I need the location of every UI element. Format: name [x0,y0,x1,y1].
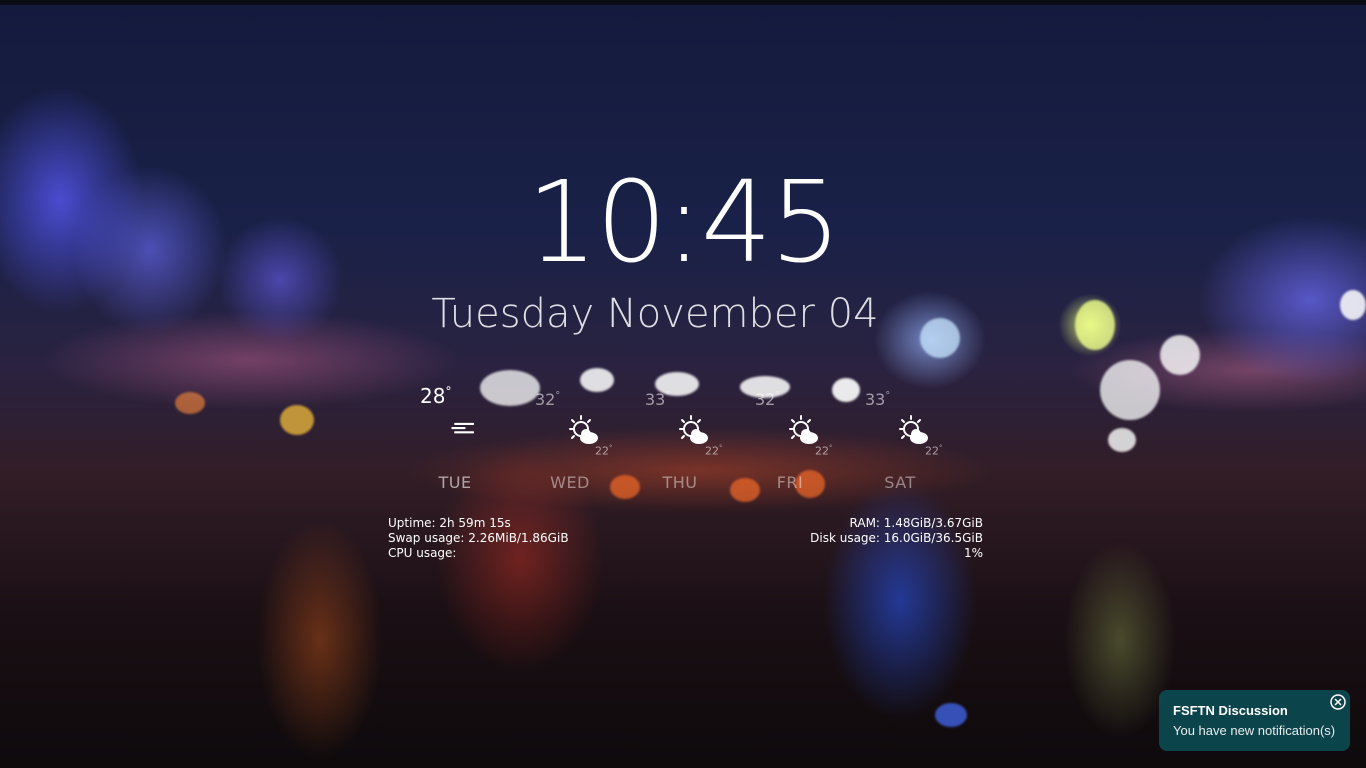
notification-body: You have new notification(s) [1173,723,1336,738]
forecast-high: 28° [420,384,452,408]
forecast-low: 22° [595,444,613,458]
forecast-high: 33° [865,390,891,409]
ram-usage-text: RAM: 1.48GiB/3.67GiB [849,516,983,530]
close-icon[interactable] [1330,694,1346,710]
swap-usage-text: Swap usage: 2.26MiB/1.86GiB [388,531,569,545]
clock-date: Tuesday November 04 [431,291,879,337]
bokeh-light [935,703,967,727]
disk-usage-text: Disk usage: 16.0GiB/36.5GiB [810,531,983,545]
cpu-usage-value: 1% [963,546,983,560]
clock-time: 10:45 [526,158,842,288]
forecast-high: 32° [755,390,781,409]
bokeh-light [1108,428,1136,452]
forecast-high: 32° [535,390,561,409]
bokeh-light [1160,335,1200,375]
bokeh-light [1100,360,1160,420]
forecast-day-thu: 33° 22° THU [625,380,735,500]
forecast-day-sat: 33° 22° SAT [845,380,955,500]
forecast-high: 33° [645,390,671,409]
forecast-low: 22° [705,444,723,458]
forecast-low: 22° [815,444,833,458]
bokeh-light [1340,290,1366,320]
top-panel [0,0,1366,5]
forecast-day-name: WED [550,473,590,492]
forecast-day-name: FRI [776,473,804,492]
forecast-day-name: THU [662,473,698,492]
cpu-usage-label: CPU usage: [388,546,457,560]
cloudy-lines-icon [451,422,474,434]
notification-popup[interactable]: FSFTN Discussion You have new notificati… [1159,690,1350,751]
partly-sunny-icon [789,415,818,444]
system-stats-right: RAM: 1.48GiB/3.67GiB Disk usage: 16.0GiB… [740,516,983,561]
system-stats-left: Uptime: 2h 59m 15s Swap usage: 2.26MiB/1… [388,516,569,561]
bokeh-light [175,392,205,414]
forecast-low: 22° [925,444,943,458]
partly-sunny-icon [679,415,708,444]
forecast-day-tue: 28° TUE [400,380,510,500]
uptime-text: Uptime: 2h 59m 15s [388,516,511,530]
partly-sunny-icon [899,415,928,444]
forecast-day-name: TUE [438,473,472,492]
bokeh-light [280,405,314,435]
notification-title: FSFTN Discussion [1173,703,1288,718]
partly-sunny-icon [569,415,598,444]
weather-forecast: 28° TUE 32° 22° WED 33° 22° THU 32° 22° … [400,380,960,500]
forecast-day-name: SAT [884,473,916,492]
forecast-day-fri: 32° 22° FRI [735,380,845,500]
forecast-day-wed: 32° 22° WED [515,380,625,500]
